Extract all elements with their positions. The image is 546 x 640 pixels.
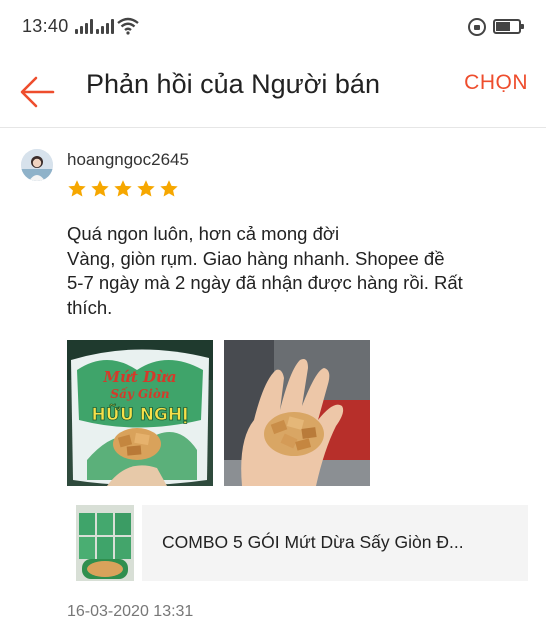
package-line2: Sấy Giòn (110, 386, 169, 401)
status-bar: 13:40 (0, 0, 546, 56)
star-icon (137, 180, 155, 197)
star-icon (114, 180, 132, 197)
star-icon (91, 180, 109, 197)
app-bar: Phản hồi của Người bán CHỌN (0, 56, 546, 128)
rotation-lock-icon (468, 18, 486, 36)
wifi-icon (117, 17, 139, 35)
status-time: 13:40 (22, 16, 69, 36)
star-icon (160, 180, 178, 197)
signal-icon-2 (96, 19, 114, 34)
battery-icon (493, 19, 524, 34)
star-icon (68, 180, 86, 197)
page-title: Phản hồi của Người bán (86, 69, 380, 99)
review-item: hoangngoc2645 Quá ngon luôn, hơn cả mong… (0, 129, 546, 640)
review-photo-package[interactable]: Mứt Dừa Sấy Giòn HỮU NGHỊ (67, 340, 213, 486)
package-brand: HỮU NGHỊ (92, 402, 189, 425)
review-text-line: Vàng, giòn rụm. Giao hàng nhanh. Shopee … (67, 247, 445, 269)
review-text-line: Quá ngon luôn, hơn cả mong đời (67, 223, 340, 244)
username: hoangngoc2645 (67, 150, 189, 169)
product-thumbnail (76, 505, 134, 581)
package-line1: Mứt Dừa (102, 368, 176, 386)
review-text-line: 5-7 ngày mà 2 ngày đã nhận được hàng rồi… (67, 272, 463, 293)
review-date: 16-03-2020 13:31 (67, 603, 194, 620)
arrow-left-icon (20, 76, 55, 108)
product-info: COMBO 5 GÓI Mứt Dừa Sấy Giòn Đ... (142, 505, 528, 581)
product-name: COMBO 5 GÓI Mứt Dừa Sấy Giòn Đ... (162, 532, 464, 552)
back-button[interactable] (12, 66, 64, 118)
review-text: Quá ngon luôn, hơn cả mong đời Vàng, giò… (67, 222, 527, 320)
choose-button[interactable]: CHỌN (464, 71, 528, 95)
signal-icon (75, 19, 93, 34)
rating-stars (67, 179, 179, 201)
review-text-line: thích. (67, 296, 113, 318)
product-card[interactable]: COMBO 5 GÓI Mứt Dừa Sấy Giòn Đ... (76, 505, 528, 581)
avatar[interactable] (21, 149, 53, 181)
review-photo-hand[interactable] (224, 340, 370, 486)
